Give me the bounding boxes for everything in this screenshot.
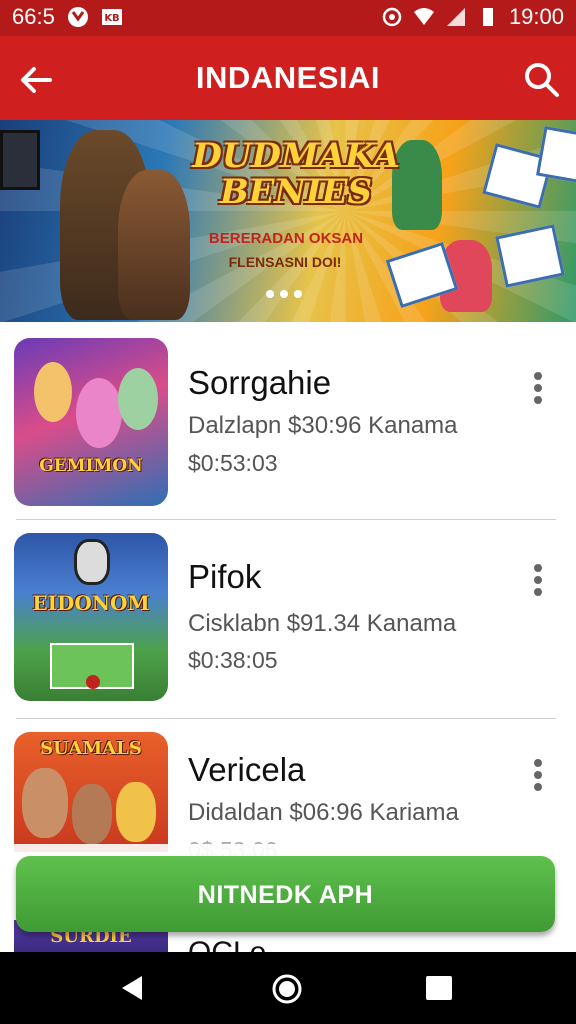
cell-signal-icon	[446, 8, 465, 26]
status-time-left: 66:5	[12, 4, 55, 29]
game-name[interactable]: Vericela	[188, 751, 305, 789]
thumb-ball	[86, 675, 100, 689]
banner-subtitle: BERERADAN OKSAN	[208, 230, 364, 247]
page-dot[interactable]	[266, 290, 274, 298]
page-dot[interactable]	[294, 290, 302, 298]
notification-badge-icon: KB	[101, 9, 122, 25]
banner-title-line2: BENIES	[219, 172, 373, 212]
app-bar: INDANESIAI	[0, 36, 576, 120]
thumb-character-3	[116, 782, 156, 842]
system-nav-bar	[0, 952, 576, 1024]
more-options-icon[interactable]	[528, 562, 548, 598]
search-icon[interactable]	[522, 60, 562, 100]
list-item[interactable]: GEMIMON Sorrgahie Dalzlapn $30:96 Kanama…	[0, 322, 576, 518]
thumb-logo-text: SUAMALS	[40, 738, 142, 759]
thumb-character-2	[76, 378, 122, 448]
game-thumbnail[interactable]: SUAMALS	[14, 732, 168, 852]
status-bar: 66:5 KB 19:00	[0, 0, 576, 36]
more-options-icon[interactable]	[528, 370, 548, 406]
game-detail: Didaldan $06:96 Kariama	[188, 799, 459, 826]
game-thumbnail[interactable]: EIDONOM	[14, 533, 168, 701]
game-price: $0:53:03	[188, 450, 278, 476]
banner-monitor	[0, 130, 40, 190]
banner-tagline: FLENSASNI DOI!	[228, 254, 342, 270]
alert-icon	[67, 7, 88, 27]
banner-title-line1: DUDMAKA	[192, 136, 400, 176]
thumb-character	[34, 362, 72, 422]
list-item[interactable]: EIDONOM Pifok Cisklabn $91.34 Kanama $0:…	[0, 520, 576, 716]
svg-text:KB: KB	[104, 13, 119, 24]
thumb-logo-text: EIDONOM	[32, 591, 150, 615]
thumb-character	[22, 768, 68, 838]
banner-page-indicator[interactable]	[266, 290, 302, 298]
thumb-mask	[74, 539, 110, 585]
status-time: 19:00	[508, 4, 564, 29]
nav-home-icon[interactable]	[270, 972, 304, 1006]
wifi-icon	[413, 8, 434, 25]
game-thumbnail[interactable]: GEMIMON	[14, 338, 168, 506]
game-detail: Dalzlapn $30:96 Kanama	[188, 412, 458, 439]
nav-back-icon[interactable]	[118, 974, 146, 1002]
thumb-character-2	[72, 784, 112, 844]
game-detail: Cisklabn $91.34 Kanama	[188, 610, 457, 637]
promo-banner[interactable]: DUDMAKA BENIES BERERADAN OKSAN FLENSASNI…	[0, 120, 576, 322]
signal-icon	[382, 7, 402, 27]
primary-action-button[interactable]: NITNEDK APH	[16, 856, 555, 932]
partial-game-name: OCLe	[188, 936, 266, 952]
banner-hero-figure-2	[118, 170, 190, 320]
page-title: INDANESIAI	[195, 60, 381, 95]
nav-recents-icon[interactable]	[426, 976, 452, 1000]
thumb-character-3	[118, 368, 158, 430]
game-price: $0:38:05	[188, 647, 278, 673]
game-name[interactable]: Pifok	[188, 558, 261, 596]
game-name[interactable]: Sorrgahie	[188, 364, 331, 402]
page-dot[interactable]	[280, 290, 288, 298]
thumb-logo-text: GEMIMON	[39, 456, 143, 476]
banner-title: DUDMAKA BENIES	[186, 138, 406, 210]
more-options-icon[interactable]	[528, 757, 548, 793]
banner-card-4	[536, 126, 576, 184]
battery-icon	[482, 8, 493, 26]
